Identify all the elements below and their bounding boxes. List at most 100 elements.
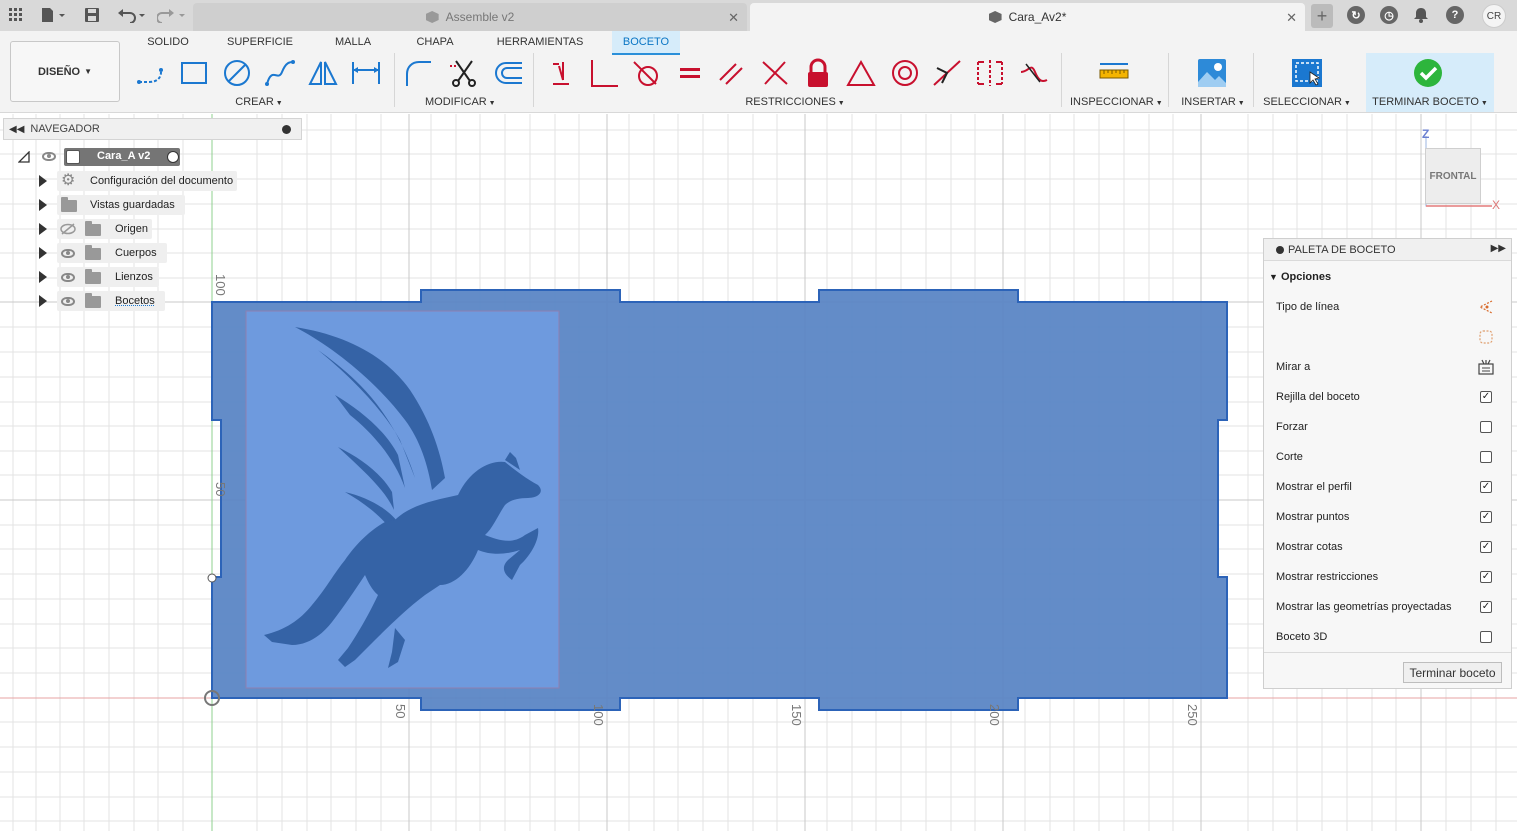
triangle-constraint-icon[interactable]: [843, 57, 879, 89]
extensions-icon[interactable]: ↻: [1347, 6, 1365, 24]
look-at-icon[interactable]: [1478, 359, 1494, 375]
undo-icon[interactable]: [116, 6, 148, 24]
activate-radio-icon[interactable]: [167, 151, 179, 163]
trim-scissors-icon[interactable]: [446, 57, 482, 89]
perpendicular-constraint-icon[interactable]: [586, 57, 622, 89]
hidden-eye-icon[interactable]: [60, 223, 76, 235]
redo-icon[interactable]: [156, 6, 188, 24]
circle-tool-icon[interactable]: [219, 57, 255, 89]
tree-item-cuerpos[interactable]: Cuerpos: [37, 243, 172, 263]
construction-icon[interactable]: [1478, 329, 1494, 345]
constraints-checkbox[interactable]: ✓: [1480, 571, 1492, 583]
sketch-3d-checkbox[interactable]: [1480, 631, 1492, 643]
expand-arrows-icon[interactable]: ▶▶: [1491, 243, 1506, 254]
select-menu[interactable]: SELECCIONAR ▼: [1262, 96, 1352, 108]
perpendicular-lines-icon[interactable]: [757, 57, 793, 89]
tab-malla[interactable]: MALLA: [325, 31, 381, 55]
tree-item-bocetos[interactable]: Bocetos: [37, 291, 167, 311]
projected-checkbox[interactable]: ✓: [1480, 601, 1492, 613]
close-tab-icon[interactable]: ✕: [1286, 10, 1297, 26]
expand-triangle-icon[interactable]: [39, 175, 47, 187]
navigator-header[interactable]: ◀◀ NAVEGADOR: [3, 118, 302, 140]
symmetry-constraint-icon[interactable]: [972, 57, 1008, 89]
equal-constraint-icon[interactable]: [672, 57, 708, 89]
line-tool-icon[interactable]: [133, 57, 169, 89]
expand-triangle-icon[interactable]: [39, 271, 47, 283]
select-tool-icon[interactable]: [1289, 57, 1325, 89]
collapse-arrows-icon[interactable]: ◀◀: [9, 124, 24, 135]
option-geometrias-proyectadas[interactable]: Mostrar las geometrías proyectadas ✓: [1276, 597, 1506, 617]
pin-icon[interactable]: [282, 125, 291, 134]
inspect-menu[interactable]: INSPECCIONAR ▼: [1070, 96, 1163, 108]
option-forzar[interactable]: Forzar: [1276, 417, 1506, 437]
snap-checkbox[interactable]: [1480, 421, 1492, 433]
visibility-eye-icon[interactable]: [61, 273, 75, 282]
collapse-triangle-icon[interactable]: ▼: [1269, 272, 1278, 282]
tree-item-origen[interactable]: Origen: [37, 219, 157, 239]
file-menu-icon[interactable]: [38, 6, 68, 24]
finish-sketch-palette-button[interactable]: Terminar boceto: [1403, 662, 1502, 683]
save-icon[interactable]: [84, 6, 100, 24]
document-tab-assemble[interactable]: Assemble v2 ✕: [193, 3, 747, 31]
dimensions-checkbox[interactable]: ✓: [1480, 541, 1492, 553]
tree-root[interactable]: Cara_A v2: [18, 147, 193, 167]
tab-superficie[interactable]: SUPERFICIE: [222, 31, 298, 55]
view-cube[interactable]: FRONTAL: [1425, 148, 1481, 204]
new-tab-button[interactable]: +: [1311, 4, 1333, 28]
midpoint-constraint-icon[interactable]: [929, 57, 965, 89]
curvature-constraint-icon[interactable]: [1016, 57, 1052, 89]
option-mirar-a[interactable]: Mirar a: [1276, 357, 1506, 377]
create-menu[interactable]: CREAR ▼: [224, 96, 294, 108]
visibility-eye-icon[interactable]: [42, 152, 56, 161]
grid-checkbox[interactable]: ✓: [1480, 391, 1492, 403]
option-construction[interactable]: [1276, 327, 1506, 347]
linetype-icon[interactable]: [1478, 299, 1494, 315]
document-tab-cara-a[interactable]: Cara_Av2* ✕: [750, 3, 1305, 31]
tree-item-vistas[interactable]: Vistas guardadas: [37, 195, 187, 215]
user-avatar[interactable]: CR: [1482, 4, 1506, 28]
option-mostrar-cotas[interactable]: Mostrar cotas ✓: [1276, 537, 1506, 557]
profile-checkbox[interactable]: ✓: [1480, 481, 1492, 493]
spline-tool-icon[interactable]: [262, 57, 298, 89]
dimension-tool-icon[interactable]: [348, 57, 384, 89]
option-rejilla[interactable]: Rejilla del boceto ✓: [1276, 387, 1506, 407]
expanded-triangle-icon[interactable]: [18, 151, 30, 163]
expand-triangle-icon[interactable]: [39, 199, 47, 211]
palette-header[interactable]: PALETA DE BOCETO ▶▶: [1264, 239, 1511, 261]
rectangle-tool-icon[interactable]: [176, 57, 212, 89]
notifications-icon[interactable]: [1412, 6, 1430, 24]
tangent-constraint-icon[interactable]: [628, 57, 664, 89]
measure-tool-icon[interactable]: [1096, 57, 1132, 89]
concentric-constraint-icon[interactable]: [887, 57, 923, 89]
mirror-tool-icon[interactable]: [305, 57, 341, 89]
tab-herramientas[interactable]: HERRAMIENTAS: [490, 31, 590, 55]
option-mostrar-perfil[interactable]: Mostrar el perfil ✓: [1276, 477, 1506, 497]
modify-menu[interactable]: MODIFICAR ▼: [425, 96, 496, 108]
option-tipo-linea[interactable]: Tipo de línea: [1276, 297, 1506, 317]
insert-menu[interactable]: INSERTAR ▼: [1178, 96, 1248, 108]
view-cube-face[interactable]: FRONTAL: [1429, 171, 1476, 182]
slice-checkbox[interactable]: [1480, 451, 1492, 463]
tab-chapa[interactable]: CHAPA: [407, 31, 463, 55]
tree-item-lienzos[interactable]: Lienzos: [37, 267, 162, 287]
fix-lock-icon[interactable]: [800, 57, 836, 89]
option-mostrar-restricciones[interactable]: Mostrar restricciones ✓: [1276, 567, 1506, 587]
options-section[interactable]: ▼ Opciones: [1269, 271, 1331, 283]
option-corte[interactable]: Corte: [1276, 447, 1506, 467]
expand-triangle-icon[interactable]: [39, 247, 47, 259]
tab-boceto[interactable]: BOCETO: [612, 31, 680, 55]
visibility-eye-icon[interactable]: [61, 297, 75, 306]
tree-item-configuracion[interactable]: ⚙ Configuración del documento: [37, 171, 237, 191]
offset-tool-icon[interactable]: [490, 57, 526, 89]
parallel-constraint-icon[interactable]: [714, 57, 750, 89]
finish-sketch-menu[interactable]: TERMINAR BOCETO ▼: [1370, 96, 1490, 108]
coincident-constraint-icon[interactable]: [543, 57, 579, 89]
expand-triangle-icon[interactable]: [39, 223, 47, 235]
visibility-eye-icon[interactable]: [61, 249, 75, 258]
constraints-menu[interactable]: RESTRICCIONES ▼: [745, 96, 845, 108]
finish-check-icon[interactable]: [1410, 57, 1446, 89]
points-checkbox[interactable]: ✓: [1480, 511, 1492, 523]
job-status-icon[interactable]: ◷: [1380, 6, 1398, 24]
close-tab-icon[interactable]: ✕: [728, 10, 739, 26]
app-grid-icon[interactable]: [8, 6, 24, 24]
